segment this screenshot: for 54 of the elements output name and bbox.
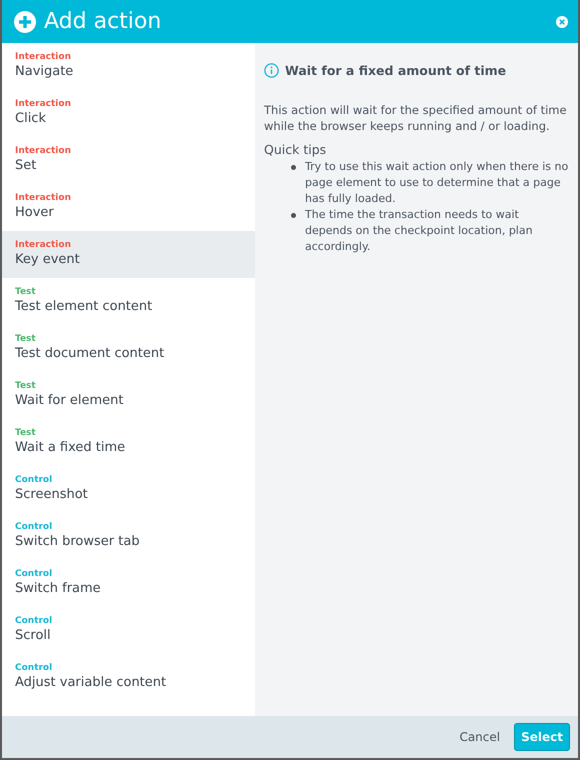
action-name: Navigate [15, 63, 74, 80]
info-icon [264, 63, 279, 78]
action-category: Interaction [15, 51, 72, 63]
detail-title: Wait for a fixed amount of time [285, 63, 506, 78]
action-item[interactable]: Control Scroll [2, 607, 255, 654]
bullet-icon [291, 213, 296, 218]
action-item[interactable]: Test Wait for element [2, 372, 255, 419]
tip-text: Try to use this wait action only when there is no page element to use to determine that a page has fully loaded. [305, 159, 569, 207]
action-item[interactable]: Interaction Hover [2, 184, 255, 231]
action-name: Test document content [15, 345, 166, 362]
action-item[interactable]: Interaction Set [2, 137, 255, 184]
action-category: Control [15, 521, 54, 533]
detail-description: This action will wait for the specified amount of time while the browser keeps running and / or loading. [264, 102, 568, 134]
action-name: Wait a fixed time [15, 439, 126, 456]
action-category: Interaction [15, 145, 72, 157]
action-name: Switch frame [15, 580, 102, 597]
action-item[interactable]: Interaction Navigate [2, 43, 255, 90]
action-category: Control [15, 615, 54, 627]
tips-heading: Quick tips [264, 142, 328, 157]
action-name: Set [15, 157, 38, 174]
action-item[interactable]: Control Switch browser tab [2, 513, 255, 560]
action-item[interactable]: Control Switch frame [2, 560, 255, 607]
action-name: Wait for element [15, 392, 124, 409]
action-category: Test [15, 427, 37, 439]
action-name: Hover [15, 204, 55, 221]
action-category: Control [15, 474, 54, 486]
action-category: Control [15, 662, 54, 674]
window-title: Add action [44, 9, 162, 34]
action-category: Test [15, 286, 37, 298]
action-category: Control [15, 568, 54, 580]
action-category: Test [15, 333, 37, 345]
action-item[interactable]: Interaction Key event [2, 231, 255, 278]
add-icon [14, 10, 36, 32]
action-name: Key event [15, 251, 81, 268]
action-name: Switch browser tab [15, 533, 141, 550]
action-item[interactable]: Test Test element content [2, 278, 255, 325]
bullet-icon [291, 165, 296, 170]
close-icon[interactable] [556, 16, 568, 28]
cancel-button[interactable]: Cancel [455, 726, 504, 748]
action-category: Interaction [15, 239, 72, 251]
action-category: Test [15, 380, 37, 392]
action-category: Interaction [15, 192, 72, 204]
action-name: Click [15, 110, 47, 127]
action-name: Adjust variable content [15, 674, 168, 691]
action-item[interactable]: Control Screenshot [2, 466, 255, 513]
action-item[interactable]: Test Wait a fixed time [2, 419, 255, 466]
action-item[interactable]: Control Adjust variable content [2, 654, 255, 701]
action-category: Interaction [15, 98, 72, 110]
tip-text: The time the transaction needs to wait depends on the checkpoint location, plan accordingly. [305, 207, 534, 255]
action-item[interactable]: Test Test document content [2, 325, 255, 372]
action-name: Test element content [15, 298, 154, 315]
action-item[interactable]: Interaction Click [2, 90, 255, 137]
action-name: Scroll [15, 627, 52, 644]
action-name: Screenshot [15, 486, 89, 503]
